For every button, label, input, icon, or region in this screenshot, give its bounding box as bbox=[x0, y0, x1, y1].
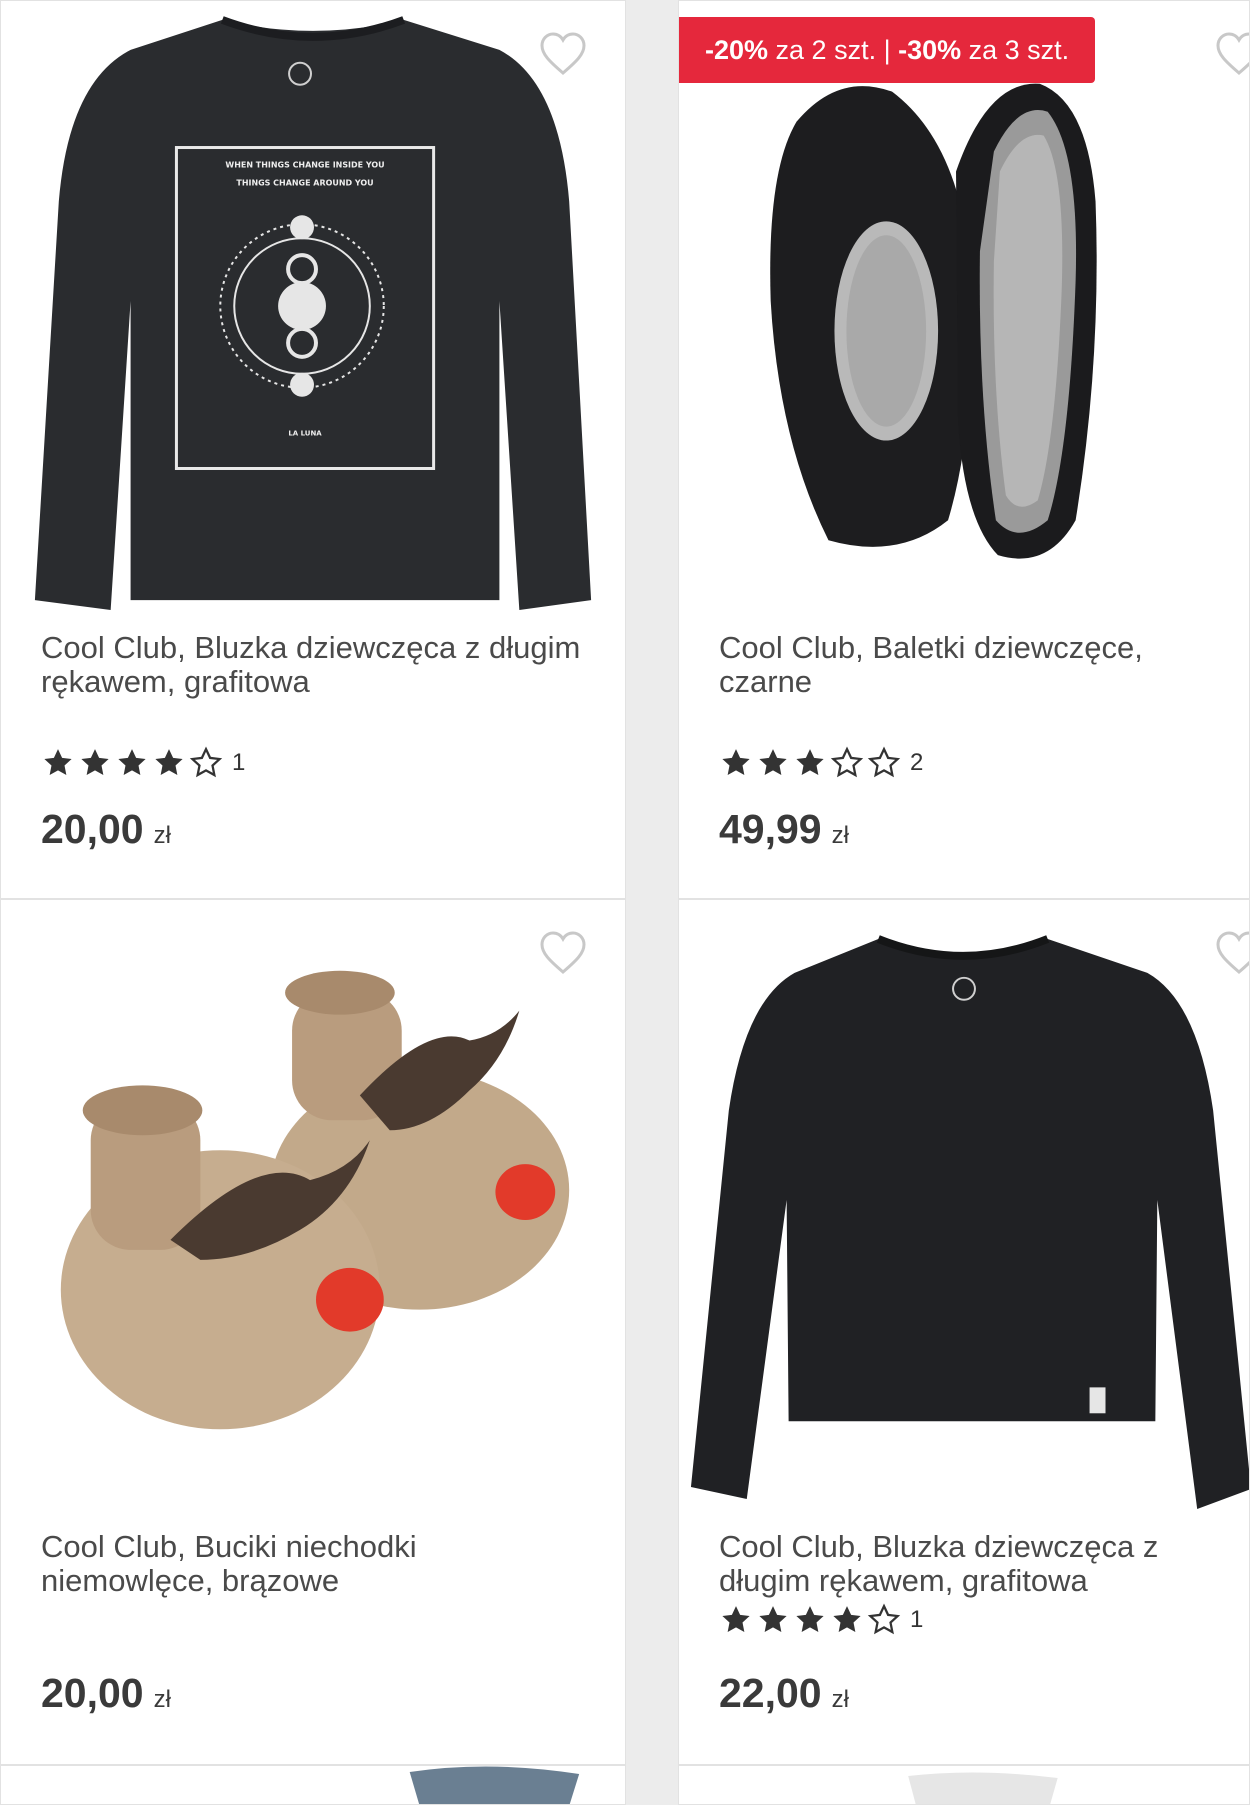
product-title[interactable]: Cool Club, Baletki dziewczęce, czarne bbox=[719, 631, 1215, 699]
heart-outline-icon[interactable] bbox=[538, 31, 588, 77]
star-filled-icon bbox=[796, 749, 824, 776]
product-card[interactable] bbox=[0, 1765, 626, 1805]
product-image[interactable] bbox=[679, 1766, 1249, 1805]
product-title[interactable]: Cool Club, Bluzka dziewczęca z długim rę… bbox=[719, 1530, 1215, 1598]
star-filled-icon bbox=[796, 1606, 824, 1633]
promo-badge: -20% za 2 szt. | -30% za 3 szt. bbox=[679, 17, 1096, 83]
star-filled-icon bbox=[722, 1606, 750, 1633]
product-price: 20,00 zł bbox=[41, 1670, 171, 1717]
price-value: 49,99 bbox=[719, 806, 822, 852]
star-outline-icon bbox=[191, 747, 221, 777]
star-outline-icon bbox=[832, 747, 862, 777]
product-image[interactable] bbox=[1, 1766, 625, 1805]
product-image[interactable] bbox=[1, 900, 625, 1520]
price-value: 20,00 bbox=[41, 806, 144, 852]
price-currency: zł bbox=[831, 1686, 849, 1713]
price-value: 22,00 bbox=[719, 1670, 822, 1716]
rating: 1 bbox=[719, 1603, 923, 1637]
product-grid: WHEN THINGS CHANGE INSIDE YOU THINGS CHA… bbox=[0, 0, 1250, 1805]
promo-text: za 3 szt. bbox=[961, 35, 1070, 65]
print-text: LA LUNA bbox=[288, 430, 322, 438]
star-filled-icon bbox=[833, 1606, 861, 1633]
heart-outline-icon[interactable] bbox=[1214, 930, 1250, 976]
rating-count: 1 bbox=[232, 749, 246, 776]
product-image[interactable] bbox=[679, 900, 1249, 1520]
print-text: THINGS CHANGE AROUND YOU bbox=[236, 178, 373, 187]
price-currency: zł bbox=[153, 822, 171, 849]
rating-count: 1 bbox=[910, 1606, 924, 1633]
product-price: 22,00 zł bbox=[719, 1670, 849, 1717]
price-currency: zł bbox=[831, 822, 849, 849]
star-filled-icon bbox=[118, 749, 146, 776]
price-value: 20,00 bbox=[41, 1670, 144, 1716]
product-card[interactable]: Cool Club, Buciki niechodki niemowlęce, … bbox=[0, 899, 626, 1765]
promo-text: za 2 szt. | bbox=[768, 35, 899, 65]
heart-outline-icon[interactable] bbox=[1214, 31, 1250, 77]
rating: 1 bbox=[41, 746, 245, 780]
product-price: 49,99 zł bbox=[719, 806, 849, 853]
star-filled-icon bbox=[722, 749, 750, 776]
print-text: WHEN THINGS CHANGE INSIDE YOU bbox=[225, 160, 384, 169]
promo-discount: -30% bbox=[898, 35, 962, 65]
star-filled-icon bbox=[759, 1606, 787, 1633]
star-filled-icon bbox=[155, 749, 183, 776]
promo-discount: -20% bbox=[705, 35, 769, 65]
price-currency: zł bbox=[153, 1686, 171, 1713]
product-card[interactable]: Cool Club, Bluzka dziewczęca z długim rę… bbox=[678, 899, 1250, 1765]
star-outline-icon bbox=[869, 747, 899, 777]
star-outline-icon bbox=[869, 1604, 899, 1634]
product-title[interactable]: Cool Club, Buciki niechodki niemowlęce, … bbox=[41, 1530, 591, 1598]
heart-outline-icon[interactable] bbox=[538, 930, 588, 976]
rating-count: 2 bbox=[910, 749, 924, 776]
star-filled-icon bbox=[81, 749, 109, 776]
product-image[interactable] bbox=[679, 1, 1249, 621]
product-price: 20,00 zł bbox=[41, 806, 171, 853]
rating: 2 bbox=[719, 746, 923, 780]
product-card[interactable]: -20% za 2 szt. | -30% za 3 szt. Cool Clu… bbox=[678, 0, 1250, 899]
product-card[interactable]: WHEN THINGS CHANGE INSIDE YOU THINGS CHA… bbox=[0, 0, 626, 899]
star-filled-icon bbox=[44, 749, 72, 776]
star-filled-icon bbox=[759, 749, 787, 776]
product-card[interactable] bbox=[678, 1765, 1250, 1805]
product-title[interactable]: Cool Club, Bluzka dziewczęca z długim rę… bbox=[41, 631, 591, 699]
product-image[interactable]: WHEN THINGS CHANGE INSIDE YOU THINGS CHA… bbox=[1, 1, 625, 621]
